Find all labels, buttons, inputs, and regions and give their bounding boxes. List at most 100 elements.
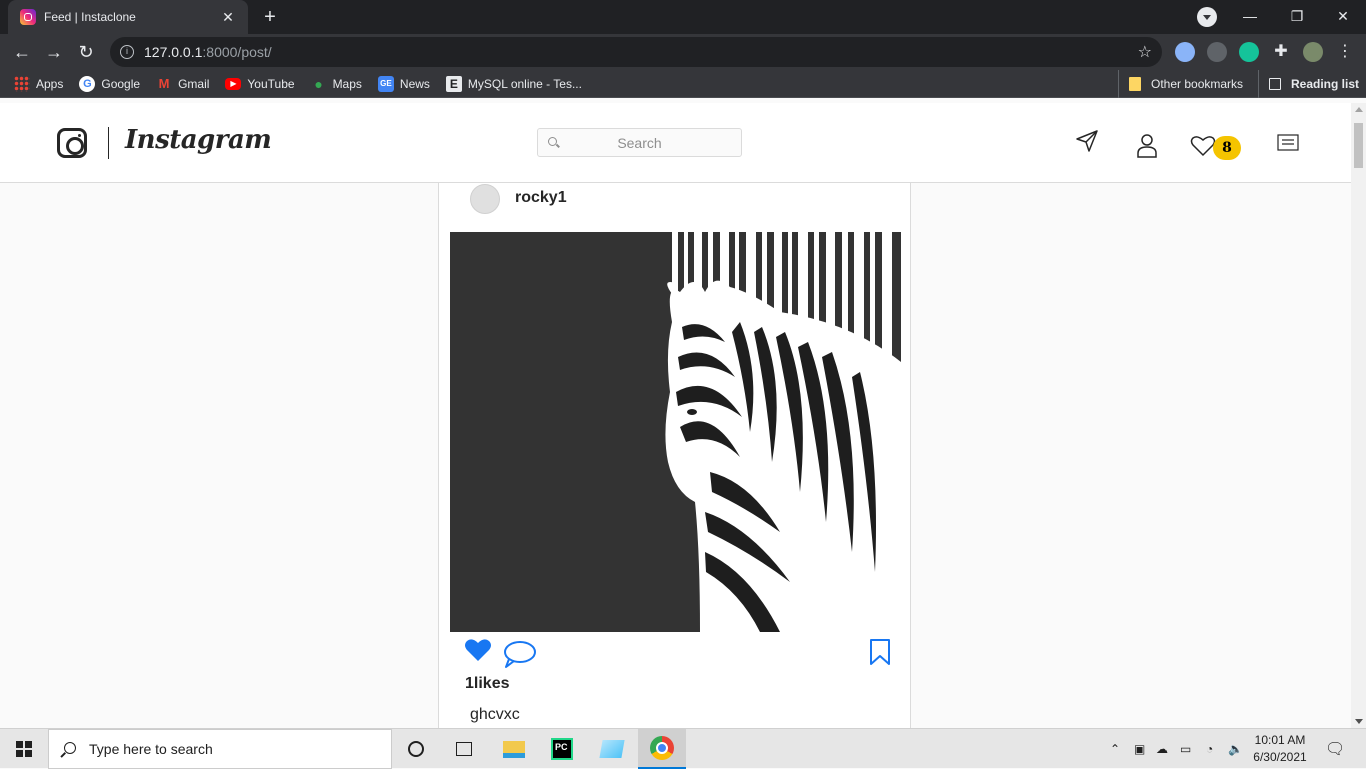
bookmark-gmail[interactable]: M Gmail <box>156 75 210 92</box>
taskbar-search-input[interactable]: Type here to search <box>48 729 392 769</box>
reading-list-icon <box>1269 78 1281 90</box>
notes-app-icon[interactable] <box>588 729 636 769</box>
tab-search-icon[interactable] <box>1197 7 1217 27</box>
profile-avatar-icon[interactable] <box>1303 42 1323 62</box>
tab-close-icon[interactable]: ✕ <box>220 9 236 26</box>
minimize-button[interactable]: — <box>1238 5 1262 27</box>
chrome-menu-icon[interactable]: ⋮ <box>1335 42 1355 62</box>
browser-tab[interactable]: Feed | Instaclone ✕ <box>8 0 248 34</box>
instagram-navbar: Instagram Search 8 <box>0 103 1351 183</box>
bookmark-label: Maps <box>332 76 362 91</box>
restore-button[interactable]: ❐ <box>1285 5 1309 27</box>
bookmark-news[interactable]: GE News <box>377 75 430 92</box>
comment-bubble-icon[interactable] <box>503 639 537 669</box>
extension-circle-icon[interactable] <box>1175 42 1195 62</box>
scroll-up-arrow-icon[interactable] <box>1355 107 1363 112</box>
profile-icon[interactable] <box>1135 132 1159 158</box>
browser-toolbar: ← → ↻ i 127.0.0.1:8000/post/ ☆ ✚ ⋮ <box>0 34 1366 70</box>
wifi-icon[interactable]: ◔ <box>1206 729 1213 769</box>
search-placeholder: Search <box>617 134 662 151</box>
file-explorer-icon[interactable] <box>490 729 538 769</box>
post-caption: ghcvxc <box>470 706 520 723</box>
maps-pin-icon: ● <box>314 75 323 92</box>
browser-tab-strip: Feed | Instaclone ✕ + — ❐ ✕ <box>0 0 1366 34</box>
likes-count: 1likes <box>465 675 510 692</box>
clock-date: 6/30/2021 <box>1253 750 1307 764</box>
meet-now-icon[interactable]: ▣ <box>1134 729 1145 769</box>
folder-icon <box>1129 77 1141 91</box>
extensions-puzzle-icon[interactable]: ✚ <box>1271 42 1291 62</box>
back-arrow-icon[interactable]: ← <box>10 40 34 64</box>
google-icon: G <box>79 75 96 92</box>
site-info-icon[interactable]: i <box>120 45 134 59</box>
search-input[interactable]: Search <box>537 128 742 157</box>
instagram-wordmark[interactable]: Instagram <box>125 125 272 155</box>
bookmark-label: Gmail <box>178 76 210 91</box>
post-image[interactable] <box>450 232 901 632</box>
bookmark-save-icon[interactable] <box>869 638 891 666</box>
url-host: 127.0.0.1 <box>144 44 203 60</box>
cortana-icon[interactable] <box>392 729 440 769</box>
instagram-favicon-icon <box>20 9 36 25</box>
bookmark-youtube[interactable]: ▶ YouTube <box>225 76 295 91</box>
bookmark-mysql[interactable]: E MySQL online - Tes... <box>445 75 582 92</box>
bookmark-label: Apps <box>36 76 64 91</box>
onedrive-cloud-icon[interactable]: ☁ <box>1156 729 1168 769</box>
zebra-barcode-image <box>450 232 901 632</box>
pycharm-icon[interactable]: PC <box>538 729 586 769</box>
address-bar[interactable]: i 127.0.0.1:8000/post/ ☆ <box>110 37 1162 67</box>
bookmark-google[interactable]: G Google <box>79 75 141 92</box>
like-heart-icon[interactable] <box>464 637 492 663</box>
page-scrollbar[interactable] <box>1351 103 1366 728</box>
battery-icon[interactable]: ▭ <box>1180 729 1191 769</box>
search-icon <box>64 742 76 754</box>
reading-list[interactable]: Reading list <box>1258 70 1359 98</box>
new-tab-button[interactable]: + <box>258 5 282 29</box>
apps-grid-icon <box>14 75 30 92</box>
bookmarks-bar: Apps G Google M Gmail ▶ YouTube ● Maps G… <box>0 70 1366 98</box>
bookmark-star-icon[interactable]: ☆ <box>1138 42 1152 62</box>
tab-title: Feed | Instaclone <box>44 10 136 24</box>
menu-list-icon[interactable] <box>1277 134 1299 152</box>
gmail-icon: M <box>158 75 170 91</box>
bookmark-label: News <box>399 76 430 91</box>
notifications-icon[interactable]: 🗨 <box>1325 729 1345 769</box>
bookmark-label: YouTube <box>247 76 295 91</box>
avatar[interactable] <box>470 184 500 214</box>
bookmark-apps[interactable]: Apps <box>14 75 64 92</box>
extension-people-icon[interactable] <box>1207 42 1227 62</box>
other-bookmarks[interactable]: Other bookmarks <box>1118 70 1243 98</box>
volume-icon[interactable]: 🔈 <box>1228 729 1243 769</box>
instagram-logo-icon[interactable] <box>57 128 87 158</box>
search-icon <box>548 137 557 146</box>
news-icon: GE <box>377 75 394 92</box>
reload-icon[interactable]: ↻ <box>74 40 98 64</box>
grammarly-icon[interactable] <box>1239 42 1259 62</box>
direct-message-icon[interactable] <box>1075 129 1099 153</box>
forward-arrow-icon[interactable]: → <box>42 40 66 64</box>
other-bookmarks-label: Other bookmarks <box>1151 77 1244 91</box>
e-letter-icon: E <box>445 75 462 92</box>
page-viewport: Instagram Search 8 rocky1 1likes ghcvxc <box>0 103 1366 728</box>
tray-chevron-icon[interactable]: ⌃ <box>1110 729 1120 769</box>
system-clock[interactable]: 10:01 AM 6/30/2021 <box>1250 732 1310 766</box>
url-path: :8000/post/ <box>202 44 272 60</box>
post-username[interactable]: rocky1 <box>515 189 567 207</box>
bookmark-label: Google <box>101 76 141 91</box>
post-card: rocky1 1likes ghcvxc <box>438 183 911 728</box>
scrollbar-thumb[interactable] <box>1354 123 1363 168</box>
close-window-button[interactable]: ✕ <box>1331 5 1355 27</box>
bookmark-maps[interactable]: ● Maps <box>311 76 362 92</box>
windows-start-icon[interactable] <box>16 741 32 757</box>
taskbar-search-placeholder: Type here to search <box>89 741 213 757</box>
bookmark-label: MySQL online - Tes... <box>467 76 582 91</box>
scroll-down-arrow-icon[interactable] <box>1355 719 1363 724</box>
windows-taskbar: Type here to search PC ⌃ ▣ ☁ ▭ ◔ 🔈 10:01… <box>0 728 1366 769</box>
clock-time: 10:01 AM <box>1254 733 1306 747</box>
task-view-icon[interactable] <box>440 729 488 769</box>
youtube-icon: ▶ <box>225 77 242 90</box>
reading-list-label: Reading list <box>1291 77 1360 91</box>
logo-divider <box>108 127 109 159</box>
chrome-taskbar-icon[interactable] <box>638 729 686 769</box>
notification-badge: 8 <box>1213 136 1241 160</box>
